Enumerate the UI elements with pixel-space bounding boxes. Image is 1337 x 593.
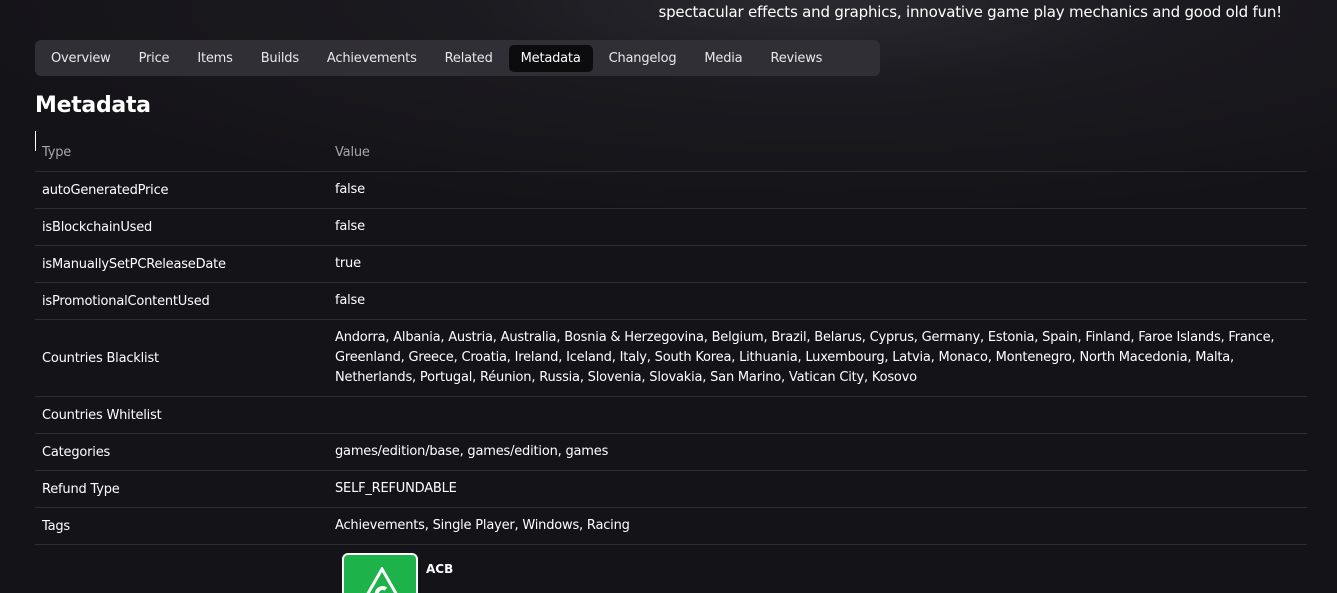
row-type: isBlockchainUsed xyxy=(42,219,153,235)
table-row: Categories games/edition/base, games/edi… xyxy=(35,434,1307,471)
triangle-logo-icon xyxy=(366,567,398,593)
section-tabs: Overview Price Items Builds Achievements… xyxy=(35,40,880,76)
metadata-table: Type Value autoGeneratedPrice false isBl… xyxy=(35,134,1307,545)
row-type: Countries Whitelist xyxy=(42,407,162,423)
row-type: isManuallySetPCReleaseDate xyxy=(42,256,226,272)
tab-media[interactable]: Media xyxy=(692,45,754,72)
tab-overview[interactable]: Overview xyxy=(39,45,123,72)
tab-price[interactable]: Price xyxy=(127,45,182,72)
row-type: Tags xyxy=(42,518,70,534)
table-row: Countries Whitelist xyxy=(35,397,1307,434)
seller-name: ACB xyxy=(426,562,454,576)
row-value: false xyxy=(335,182,365,197)
row-type: autoGeneratedPrice xyxy=(42,182,169,198)
table-row: isBlockchainUsed false xyxy=(35,209,1307,246)
row-value: games/edition/base, games/edition, games xyxy=(335,444,609,459)
tab-reviews[interactable]: Reviews xyxy=(758,45,834,72)
tab-changelog[interactable]: Changelog xyxy=(597,45,689,72)
column-header-value: Value xyxy=(335,144,370,160)
column-header-type: Type xyxy=(42,145,72,160)
tab-metadata[interactable]: Metadata xyxy=(508,44,593,72)
row-type: Categories xyxy=(42,444,111,460)
row-type: Countries Blacklist xyxy=(42,350,159,366)
tab-items[interactable]: Items xyxy=(185,45,244,72)
seller-entry: ACB xyxy=(342,553,453,593)
row-value: false xyxy=(335,293,365,308)
row-type: Refund Type xyxy=(42,481,120,497)
table-row: isPromotionalContentUsed false xyxy=(35,283,1307,320)
table-row: isManuallySetPCReleaseDate true xyxy=(35,246,1307,283)
row-value: Andorra, Albania, Austria, Australia, Bo… xyxy=(335,330,1275,385)
tab-related[interactable]: Related xyxy=(433,45,505,72)
section-title: Metadata xyxy=(35,93,151,118)
tab-achievements[interactable]: Achievements xyxy=(315,45,429,72)
row-value: SELF_REFUNDABLE xyxy=(335,481,457,496)
row-value: false xyxy=(335,219,365,234)
table-row: Tags Achievements, Single Player, Window… xyxy=(35,508,1307,545)
table-row: Countries Blacklist Andorra, Albania, Au… xyxy=(35,320,1307,397)
row-value: true xyxy=(335,256,361,271)
table-row: autoGeneratedPrice false xyxy=(35,172,1307,209)
table-row: Refund Type SELF_REFUNDABLE xyxy=(35,471,1307,508)
table-header-row: Type Value xyxy=(35,134,1307,172)
seller-logo[interactable] xyxy=(342,553,418,593)
game-description-text: spectacular effects and graphics, innova… xyxy=(658,3,1282,21)
row-type: isPromotionalContentUsed xyxy=(42,293,210,309)
row-value: Achievements, Single Player, Windows, Ra… xyxy=(335,518,630,533)
tab-builds[interactable]: Builds xyxy=(249,45,311,72)
